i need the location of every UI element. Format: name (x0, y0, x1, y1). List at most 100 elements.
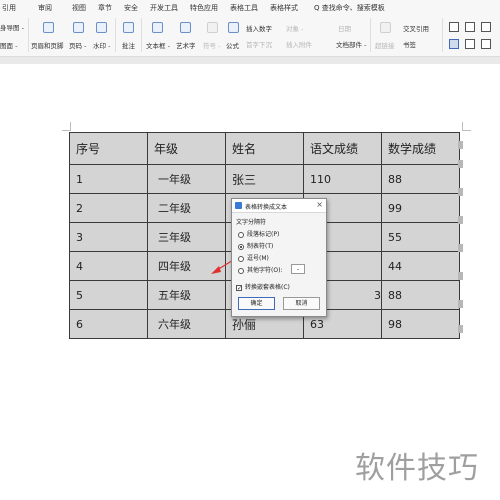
ribbon-divider (115, 18, 116, 52)
view-mode-icon[interactable] (465, 39, 475, 49)
page-gap (0, 57, 500, 64)
table-header-cell[interactable]: 语文成绩 (303, 132, 382, 165)
menu-item-security[interactable]: 安全 (124, 3, 138, 13)
option-other-char[interactable]: 其他字符(O): (238, 265, 282, 274)
comment-button[interactable]: 批注 (122, 40, 135, 50)
view-mode-icon[interactable] (481, 22, 491, 32)
table-cell[interactable]: 二年级 (147, 193, 226, 223)
ok-button[interactable]: 确定 (238, 297, 275, 310)
row-resize-marker[interactable] (458, 216, 463, 224)
watermark-button[interactable]: 水印 - (93, 40, 110, 50)
view-mode-icon[interactable] (465, 22, 475, 32)
table-cell[interactable]: 6 (69, 309, 148, 339)
hyperlink-button[interactable]: 超链接 (375, 40, 395, 50)
table-cell[interactable]: 一年级 (147, 164, 226, 194)
hyperlink-icon (380, 22, 391, 33)
menu-item-review[interactable]: 审阅 (38, 3, 52, 13)
table-header-row: 序号 年级 姓名 语文成绩 数学成绩 (69, 132, 460, 165)
dialog-title: 表格转换成文本 (245, 204, 288, 211)
insert-number-button[interactable]: 插入数字 (246, 23, 272, 33)
row-resize-marker[interactable] (458, 272, 463, 280)
table-cell[interactable]: 2 (69, 193, 148, 223)
textbox-icon (152, 22, 163, 33)
table-cell[interactable]: 99 (381, 193, 460, 223)
table-header-cell[interactable]: 数学成绩 (381, 132, 460, 165)
symbol-button[interactable]: 符号 - (203, 40, 220, 50)
table-cell[interactable]: 1 (69, 164, 148, 194)
ribbon-toolbar: 身导图 - 图面 - 页眉和页脚 页码 - 水印 - 批注 文本框 - 艺术字 … (0, 14, 500, 57)
wordart-button[interactable]: 艺术字 (176, 40, 196, 50)
drop-cap-button[interactable]: 首字下沉 (246, 39, 272, 49)
option-label: 其他字符(O): (247, 267, 283, 274)
row-resize-marker[interactable] (458, 325, 463, 333)
checkbox-checked-icon[interactable]: ✓ (236, 284, 242, 291)
option-paragraph-mark[interactable]: 段落标记(P) (238, 229, 279, 238)
row-resize-marker[interactable] (458, 188, 463, 196)
table-cell[interactable]: 110 (303, 164, 382, 194)
date-button[interactable]: 日期 (338, 23, 351, 33)
menu-bar: 引用 审阅 视图 章节 安全 开发工具 特色应用 表格工具 表格样式 Q 查找命… (0, 0, 500, 14)
radio-selected-icon[interactable] (238, 243, 244, 250)
checkbox-label: 转换嵌套表格(C) (245, 284, 290, 291)
table-header-cell[interactable]: 年级 (147, 132, 226, 165)
table-cell[interactable]: 五年级 (147, 280, 226, 310)
table-cell[interactable]: 55 (381, 222, 460, 252)
row-resize-marker[interactable] (458, 141, 463, 149)
table-header-cell[interactable]: 序号 (69, 132, 148, 165)
row-resize-marker[interactable] (458, 300, 463, 308)
object-button[interactable]: 对象 - (286, 23, 303, 33)
doc-parts-button[interactable]: 文档部件 - (336, 39, 366, 49)
dialog-titlebar[interactable]: 表格转换成文本 × (232, 199, 326, 213)
row-resize-marker[interactable] (458, 244, 463, 252)
insert-attachment-button[interactable]: 插入附件 (286, 39, 312, 49)
table-cell[interactable]: 98 (381, 309, 460, 339)
radio-icon[interactable] (238, 231, 244, 238)
table-cell[interactable]: 3 (69, 222, 148, 252)
cancel-button[interactable]: 取消 (283, 297, 320, 310)
table-cell[interactable]: 88 (381, 280, 460, 310)
radio-icon[interactable] (238, 255, 244, 262)
watermark-icon (96, 22, 107, 33)
table-cell[interactable]: 88 (381, 164, 460, 194)
view-mode-icon[interactable] (449, 22, 459, 32)
radio-icon[interactable] (238, 267, 244, 274)
close-icon[interactable]: × (316, 201, 323, 209)
table-cell[interactable]: 六年级 (147, 309, 226, 339)
option-comma[interactable]: 逗号(M) (238, 253, 269, 262)
table-cell[interactable]: 张三 (225, 164, 304, 194)
comment-icon (123, 22, 134, 33)
picture-button[interactable]: 图面 - (0, 40, 17, 50)
header-footer-button[interactable]: 页眉和页脚 (31, 40, 64, 50)
table-header-cell[interactable]: 姓名 (225, 132, 304, 165)
bookmark-button[interactable]: 书签 (403, 39, 416, 49)
table-row: 1 一年级 张三 110 88 (69, 164, 460, 194)
view-mode-icon[interactable] (449, 39, 459, 49)
command-search[interactable]: Q 查找命令、搜索模板 (314, 3, 385, 13)
table-cell[interactable]: 三年级 (147, 222, 226, 252)
view-mode-icon[interactable] (481, 39, 491, 49)
page-number-button[interactable]: 页码 - (69, 40, 86, 50)
table-to-text-dialog: 表格转换成文本 × 文字分隔符 段落标记(P) 制表符(T) 逗号(M) 其他字… (231, 198, 327, 317)
menu-item-table-style[interactable]: 表格样式 (270, 3, 298, 13)
mindmap-button[interactable]: 身导图 - (0, 22, 24, 32)
table-cell[interactable]: 4 (69, 251, 148, 281)
page-corner-mark (62, 122, 71, 131)
row-resize-marker[interactable] (458, 160, 463, 168)
textbox-button[interactable]: 文本框 - (146, 40, 170, 50)
menu-item-features[interactable]: 特色应用 (190, 3, 218, 13)
option-tab[interactable]: 制表符(T) (238, 241, 273, 250)
formula-button[interactable]: 公式 (226, 40, 239, 50)
table-cell[interactable]: 44 (381, 251, 460, 281)
menu-item-chapter[interactable]: 章节 (98, 3, 112, 13)
formula-icon (228, 22, 239, 33)
other-char-input[interactable]: - (291, 264, 305, 274)
menu-item-references[interactable]: 引用 (2, 3, 16, 13)
option-label: 段落标记(P) (247, 231, 280, 238)
menu-item-table-tools[interactable]: 表格工具 (230, 3, 258, 13)
cross-reference-button[interactable]: 交叉引用 (403, 23, 429, 33)
convert-nested-checkbox[interactable]: ✓ 转换嵌套表格(C) (236, 282, 290, 291)
menu-item-dev-tools[interactable]: 开发工具 (150, 3, 178, 13)
menu-item-view[interactable]: 视图 (72, 3, 86, 13)
table-cell[interactable]: 5 (69, 280, 148, 310)
wordart-icon (180, 22, 191, 33)
